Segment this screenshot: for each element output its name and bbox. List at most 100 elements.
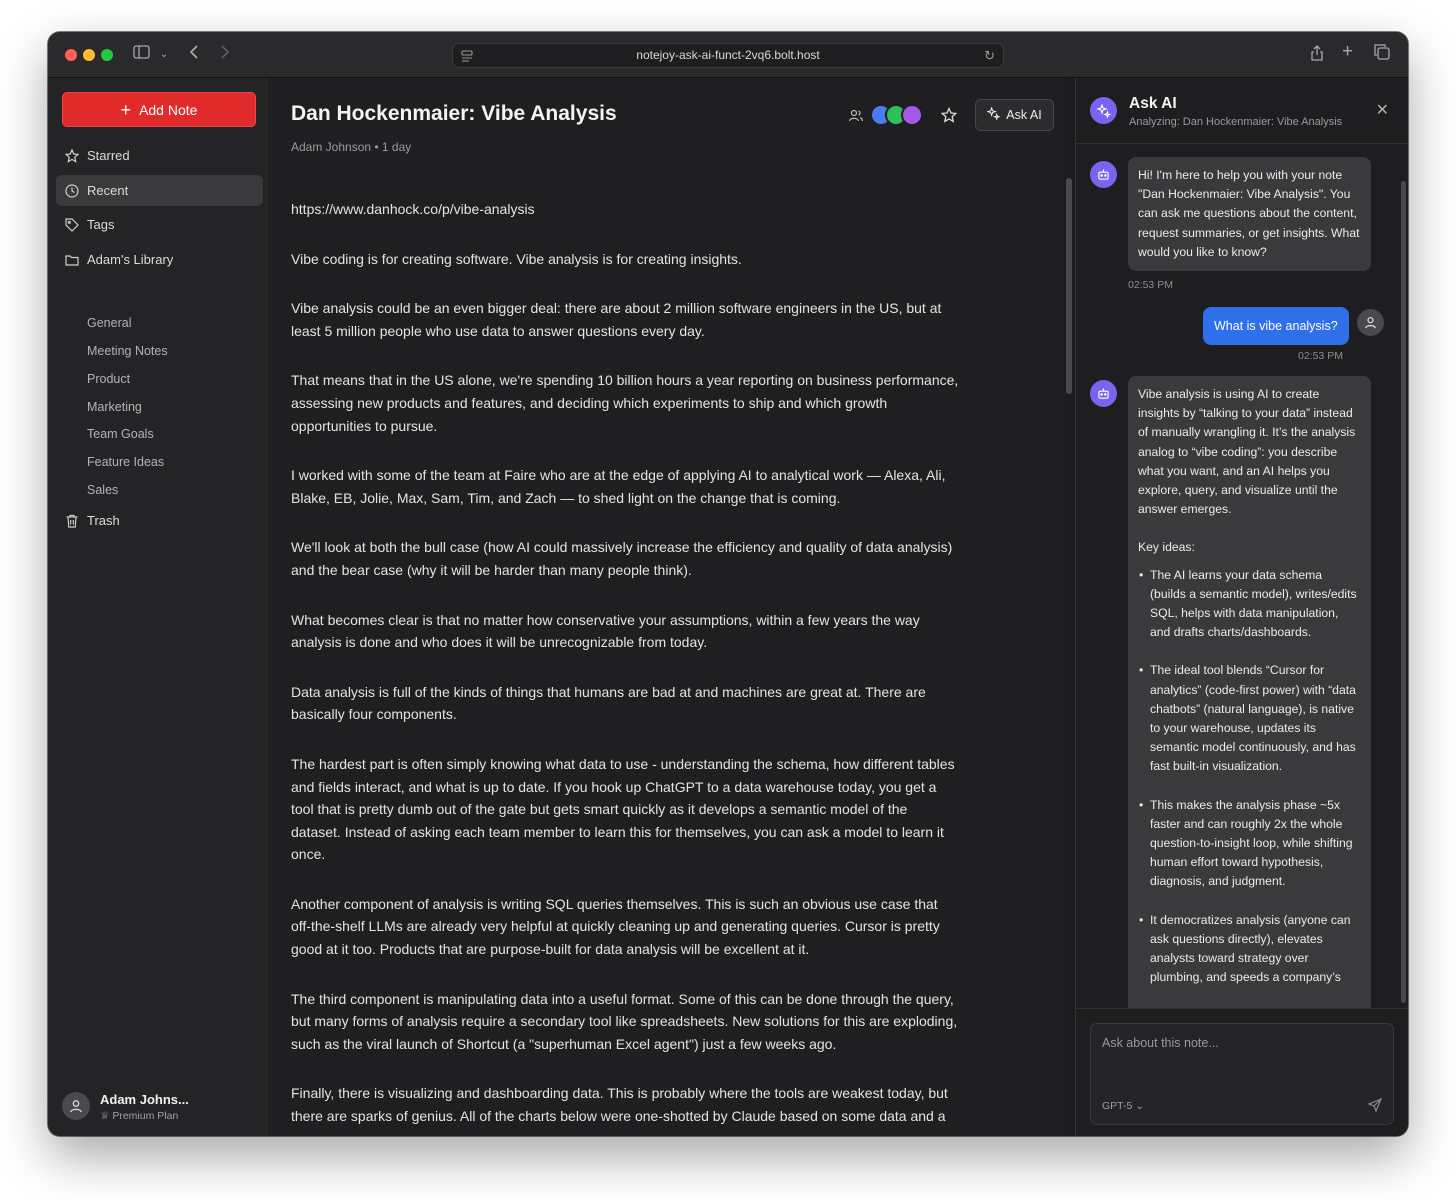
add-note-button[interactable]: + Add Note: [62, 92, 256, 127]
note-paragraph: The hardest part is often simply knowing…: [291, 755, 955, 863]
sidebar-item-label: Adam's Library: [87, 252, 174, 267]
message-text: Hi! I'm here to help you with your note …: [1138, 168, 1360, 259]
library-item-general[interactable]: General: [87, 316, 131, 330]
sidebar-item-label: Trash: [87, 513, 120, 528]
note-paragraph: That means that in the US alone, we're s…: [291, 372, 959, 434]
note-paragraph: Vibe analysis could be an even bigger de…: [291, 300, 942, 339]
share-icon[interactable]: [1310, 44, 1324, 68]
sidebar-item-starred[interactable]: Starred: [56, 140, 263, 171]
ask-ai-button[interactable]: Ask AI: [975, 99, 1054, 131]
clock-icon: [65, 183, 79, 198]
chat-messages[interactable]: Hi! I'm here to help you with your note …: [1076, 145, 1408, 1008]
tab-overview-icon[interactable]: [1374, 44, 1390, 67]
list-item: The ideal tool blends “Cursor for analyt…: [1138, 661, 1361, 776]
key-ideas-list: The AI learns your data schema (builds a…: [1138, 566, 1361, 988]
sidebar-item-trash[interactable]: Trash: [56, 505, 263, 536]
sidebar: + Add Note Starred Recent Tags Adam's Li…: [48, 78, 270, 1136]
user-plan: ♕ Premium Plan: [100, 1110, 178, 1122]
ai-panel-header: Ask AI Analyzing: Dan Hockenmaier: Vibe …: [1076, 78, 1408, 144]
bot-icon: [1098, 169, 1109, 180]
library-item-feature-ideas[interactable]: Feature Ideas: [87, 455, 164, 469]
add-note-label: Add Note: [139, 101, 198, 118]
note-paragraph: What becomes clear is that no matter how…: [291, 611, 920, 651]
library-item-sales[interactable]: Sales: [87, 483, 118, 497]
sidebar-item-label: Recent: [87, 183, 129, 198]
bot-icon: [1098, 388, 1109, 399]
trash-icon: [65, 514, 79, 528]
sidebar-item-label: Tags: [87, 217, 115, 232]
chat-scrollbar[interactable]: [1401, 181, 1406, 1003]
note-paragraph: We'll look at both the bull case (how AI…: [291, 539, 953, 578]
star-note-icon[interactable]: [940, 106, 958, 123]
chevron-down-icon: ⌄: [1135, 1100, 1145, 1112]
sidebar-toggle-icon[interactable]: [133, 44, 150, 66]
note-paragraph: I worked with some of the team at Faire …: [291, 467, 946, 506]
note-body[interactable]: https://www.danhock.co/p/vibe-analysis V…: [291, 198, 961, 1136]
ai-panel-title: Ask AI: [1129, 95, 1177, 112]
reload-icon[interactable]: ↻: [984, 44, 995, 67]
ai-panel-subtitle: Analyzing: Dan Hockenmaier: Vibe Analysi…: [1129, 116, 1343, 128]
user-profile[interactable]: Adam Johns... ♕ Premium Plan: [62, 1084, 262, 1124]
sparkles-icon: [986, 106, 1002, 123]
close-icon[interactable]: ✕: [1376, 100, 1389, 120]
ask-ai-input[interactable]: [1091, 1024, 1393, 1084]
composer: GPT-5 ⌄: [1090, 1023, 1394, 1125]
maximize-window-button[interactable]: [101, 49, 113, 61]
model-select[interactable]: GPT-5 ⌄: [1102, 1100, 1144, 1112]
tag-icon: [65, 217, 79, 232]
note-paragraph: The third component is manipulating data…: [291, 990, 958, 1052]
ask-ai-panel: Ask AI Analyzing: Dan Hockenmaier: Vibe …: [1075, 78, 1408, 1136]
crown-icon: ♕: [100, 1110, 110, 1122]
plan-label: Premium Plan: [112, 1110, 179, 1122]
user-icon: [70, 1100, 82, 1113]
key-ideas-heading: Key ideas:: [1138, 540, 1195, 555]
note-paragraph: Data analysis is full of the kinds of th…: [291, 683, 926, 723]
model-label: GPT-5: [1102, 1100, 1133, 1112]
bot-message: Vibe analysis is using AI to create insi…: [1128, 376, 1371, 1008]
user-name: Adam Johns...: [100, 1092, 189, 1107]
new-tab-icon[interactable]: +: [1342, 41, 1353, 63]
note-editor: Dan Hockenmaier: Vibe Analysis Adam John…: [270, 78, 1064, 1136]
sidebar-item-library[interactable]: Adam's Library: [56, 244, 263, 275]
library-item-marketing[interactable]: Marketing: [87, 400, 142, 414]
note-paragraph: https://www.danhock.co/p/vibe-analysis: [291, 201, 535, 217]
url-bar[interactable]: notejoy-ask-ai-funct-2vq6.bolt.host ↻: [452, 43, 1004, 68]
close-window-button[interactable]: [65, 49, 77, 61]
message-text: What is vibe analysis?: [1214, 319, 1338, 333]
library-item-meeting-notes[interactable]: Meeting Notes: [87, 344, 168, 358]
bot-avatar: [1090, 161, 1117, 188]
ai-logo: [1090, 97, 1117, 124]
composer-area: GPT-5 ⌄: [1076, 1008, 1408, 1136]
page-title[interactable]: Dan Hockenmaier: Vibe Analysis: [291, 102, 617, 126]
message-text: Vibe analysis is using AI to create insi…: [1138, 387, 1356, 517]
list-item: It democratizes analysis (anyone can ask…: [1138, 911, 1361, 988]
plus-icon: +: [120, 99, 132, 120]
collaborator-avatar[interactable]: [901, 104, 923, 126]
back-arrow-icon[interactable]: [189, 44, 199, 66]
list-item: This makes the analysis phase ~5x faster…: [1138, 796, 1361, 892]
note-paragraph: Finally, there is visualizing and dashbo…: [291, 1085, 948, 1125]
sidebar-item-label: Starred: [87, 148, 130, 163]
list-item: The AI learns your data schema (builds a…: [1138, 566, 1361, 643]
browser-titlebar: ⌄ notejoy-ask-ai-funct-2vq6.bolt.host ↻ …: [48, 32, 1408, 78]
note-paragraph: Vibe coding is for creating software. Vi…: [291, 250, 742, 267]
note-scrollbar[interactable]: [1066, 178, 1072, 394]
folder-icon: [65, 253, 79, 267]
sparkles-icon: [1096, 103, 1111, 118]
sidebar-item-recent[interactable]: Recent: [56, 175, 263, 206]
browser-window: ⌄ notejoy-ask-ai-funct-2vq6.bolt.host ↻ …: [48, 32, 1408, 1136]
send-icon[interactable]: [1367, 1097, 1383, 1113]
sidebar-item-tags[interactable]: Tags: [56, 209, 263, 240]
page-settings-icon[interactable]: [461, 44, 473, 71]
minimize-window-button[interactable]: [83, 49, 95, 61]
url-text: notejoy-ask-ai-funct-2vq6.bolt.host: [636, 48, 820, 62]
forward-arrow-icon[interactable]: [220, 44, 230, 66]
star-icon: [65, 148, 79, 163]
library-item-team-goals[interactable]: Team Goals: [87, 427, 154, 441]
library-item-product[interactable]: Product: [87, 372, 130, 386]
bot-message: Hi! I'm here to help you with your note …: [1128, 157, 1371, 272]
user-avatar: [1357, 309, 1384, 336]
chevron-down-icon[interactable]: ⌄: [160, 44, 168, 66]
collaborators-icon[interactable]: [848, 108, 864, 124]
user-icon: [1365, 317, 1376, 329]
